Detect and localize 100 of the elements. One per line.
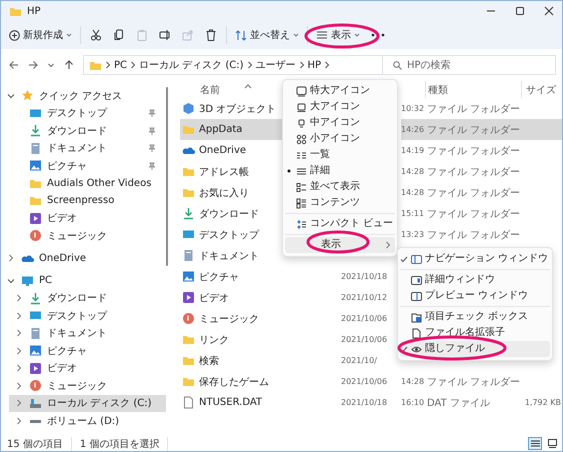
- chevron-right-icon[interactable]: [15, 382, 23, 390]
- file-name[interactable]: NTUSER.DAT: [180, 392, 282, 413]
- menu-item[interactable]: 詳細: [285, 163, 395, 179]
- nav-item[interactable]: ピクチャ: [9, 342, 166, 360]
- file-icon: [182, 396, 195, 409]
- row-highlight: [521, 119, 562, 140]
- nav-item[interactable]: OneDrive: [1, 250, 166, 267]
- nav-item[interactable]: ピクチャ: [9, 157, 166, 174]
- nav-item[interactable]: PC: [1, 272, 166, 290]
- file-name[interactable]: ダウンロード: [180, 203, 282, 224]
- chevron-right-icon: [246, 61, 253, 69]
- menu-item[interactable]: 中アイコン: [285, 115, 395, 131]
- file-name[interactable]: リンク: [180, 329, 282, 350]
- nav-item[interactable]: Screenpresso: [9, 192, 166, 210]
- breadcrumb[interactable]: ローカル ディスク (C:): [139, 58, 244, 72]
- nav-item[interactable]: ビデオ: [9, 210, 166, 227]
- file-name[interactable]: 保存したゲーム: [180, 371, 282, 392]
- back-arrow-icon[interactable]: [9, 60, 19, 70]
- menu-item[interactable]: 大アイコン: [285, 99, 395, 115]
- chevron-right-icon[interactable]: [15, 312, 23, 320]
- forward-arrow-icon[interactable]: [28, 60, 38, 70]
- menu-item[interactable]: コンパクト ビュー: [285, 216, 395, 232]
- file-name[interactable]: デスクトップ: [180, 224, 282, 245]
- file-name[interactable]: ビデオ: [180, 287, 282, 308]
- type-text: ファイル フォルダー: [426, 186, 521, 200]
- file-name[interactable]: アドレス帳: [180, 161, 282, 182]
- nav-item[interactable]: ドキュメント: [9, 324, 166, 342]
- menu-item[interactable]: 一覧: [285, 147, 395, 163]
- nav-item[interactable]: ミュージック: [9, 377, 166, 394]
- breadcrumb[interactable]: PC: [114, 60, 128, 70]
- menu-item[interactable]: プレビュー ウィンドウ: [400, 288, 550, 304]
- file-name[interactable]: 3D オブジェクト: [180, 98, 282, 119]
- new-button[interactable]: 新規作成: [5, 25, 76, 45]
- document-icon: [182, 249, 195, 262]
- tiles-view-button[interactable]: [545, 437, 559, 450]
- caret-icon: [354, 32, 360, 38]
- type-text: ファイル フォルダー: [426, 166, 521, 180]
- file-name[interactable]: お気に入り: [180, 182, 282, 203]
- column-header[interactable]: 種類: [428, 82, 448, 96]
- menu-item[interactable]: ナビゲーション ウィンドウ: [400, 251, 550, 267]
- menu-item[interactable]: ファイル名拡張子: [400, 325, 550, 341]
- monitor-icon: [182, 228, 195, 241]
- nav-item[interactable]: ダウンロード: [9, 290, 166, 307]
- file-name[interactable]: OneDrive: [180, 140, 282, 161]
- maximize-icon[interactable]: [515, 6, 525, 16]
- menu-item[interactable]: コンテンツ: [285, 195, 395, 211]
- close-icon[interactable]: [544, 6, 554, 16]
- nav-item[interactable]: ドキュメント: [9, 140, 166, 157]
- chevron-down-icon[interactable]: [47, 61, 55, 69]
- nav-item[interactable]: ダウンロード: [9, 122, 166, 140]
- time-text: 13:23: [401, 229, 425, 241]
- type-text: ファイル フォルダー: [426, 144, 521, 158]
- menu-item[interactable]: 小アイコン: [285, 131, 395, 147]
- address-bar[interactable]: PC ローカル ディスク (C:) ユーザー HP: [83, 55, 383, 75]
- column-header[interactable]: サイズ: [526, 82, 556, 96]
- menu-item[interactable]: 特大アイコン: [285, 83, 395, 99]
- time-text: 14:28: [401, 376, 425, 388]
- monitor-icon: [29, 106, 42, 120]
- chevron-right-icon[interactable]: [15, 364, 23, 372]
- chevron-down-icon[interactable]: [7, 92, 15, 100]
- breadcrumb[interactable]: HP: [308, 60, 322, 70]
- nav-item[interactable]: デスクトップ: [9, 104, 166, 122]
- more-icon[interactable]: [371, 33, 385, 37]
- sort-caret-icon: [244, 83, 252, 89]
- nav-item[interactable]: Audials Other Videos: [9, 174, 166, 192]
- file-name[interactable]: ピクチャ: [180, 266, 282, 287]
- share-icon: [182, 29, 194, 41]
- search-icon: [393, 61, 402, 70]
- chevron-right-icon[interactable]: [15, 346, 23, 355]
- sort-arrows-icon: [235, 30, 247, 40]
- nav-item[interactable]: ボリューム (D:): [9, 412, 166, 430]
- music-note-icon: [182, 312, 195, 325]
- sort-button[interactable]: 並べ替え: [231, 25, 303, 45]
- menu-item[interactable]: 項目チェック ボックス: [400, 309, 550, 325]
- breadcrumb[interactable]: ユーザー: [256, 58, 296, 72]
- search-field[interactable]: HPの検索: [383, 55, 556, 75]
- up-arrow-icon[interactable]: [64, 60, 74, 70]
- plus-circle-icon: [9, 30, 20, 40]
- chevron-right-icon[interactable]: [15, 294, 23, 302]
- menu-item[interactable]: 詳細ウィンドウ: [400, 272, 550, 288]
- menu-item[interactable]: 並べて表示: [285, 179, 395, 195]
- chevron-right-icon[interactable]: [15, 399, 23, 408]
- nav-item[interactable]: ローカル ディスク (C:): [9, 394, 166, 412]
- menu-item[interactable]: 隠しファイル: [400, 341, 550, 357]
- file-name[interactable]: ドキュメント: [180, 245, 282, 266]
- nav-item[interactable]: デスクトップ: [9, 307, 166, 324]
- file-name[interactable]: ミュージック: [180, 308, 282, 329]
- nav-item[interactable]: ミュージック: [9, 227, 166, 244]
- scrollbar[interactable]: [166, 87, 168, 266]
- chevron-down-icon[interactable]: [7, 276, 15, 285]
- chevron-right-icon[interactable]: [15, 329, 23, 338]
- file-name[interactable]: 検索: [180, 350, 282, 371]
- column-header[interactable]: 名前: [200, 82, 220, 96]
- picture-icon: [29, 159, 42, 172]
- chevron-right-icon[interactable]: [7, 254, 15, 262]
- nav-item[interactable]: ビデオ: [9, 360, 166, 377]
- details-view-button[interactable]: [528, 437, 542, 450]
- file-name[interactable]: AppData: [180, 119, 282, 140]
- chevron-right-icon[interactable]: [15, 416, 23, 425]
- nav-item[interactable]: クイック アクセス: [1, 87, 166, 104]
